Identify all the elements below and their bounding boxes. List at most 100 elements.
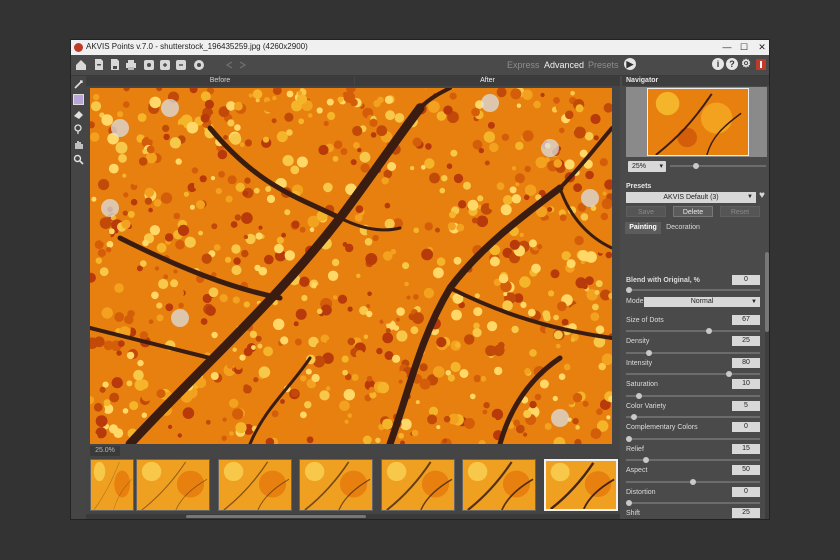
panel-vertical-scrollbar[interactable] <box>765 252 769 519</box>
tab-after[interactable]: After <box>355 76 620 86</box>
history-thumbnail[interactable] <box>380 459 455 511</box>
navigator-zoom-knob[interactable] <box>693 163 699 169</box>
reset-preset-button[interactable]: Reset <box>720 206 760 217</box>
play-icon[interactable]: ▶ <box>624 58 636 70</box>
print-icon[interactable] <box>125 58 137 71</box>
distortion-slider[interactable] <box>626 502 760 504</box>
tab-decoration[interactable]: Decoration <box>663 222 703 234</box>
saturation-knob[interactable] <box>636 393 642 399</box>
favorite-heart-icon[interactable]: ♥ <box>759 191 769 201</box>
history-thumbnail[interactable] <box>299 459 373 511</box>
aspect-value[interactable]: 50 <box>732 465 760 475</box>
export-preset-icon[interactable] <box>175 58 187 71</box>
saturation-value[interactable]: 10 <box>732 379 760 389</box>
intensity-knob[interactable] <box>726 371 732 377</box>
density-knob[interactable] <box>646 350 652 356</box>
distortion-value[interactable]: 0 <box>732 487 760 497</box>
variety-slider[interactable] <box>626 416 760 418</box>
shift-value[interactable]: 25 <box>732 508 760 518</box>
blend-value[interactable]: 0 <box>732 275 760 285</box>
preset-select-value: AKVIS Default (3) <box>663 194 719 201</box>
presets-label: Presets <box>626 183 652 190</box>
pointillist-autumn-tree-image <box>90 88 612 444</box>
complementary-value[interactable]: 0 <box>732 422 760 432</box>
variety-label: Color Variety <box>626 403 666 410</box>
maximize-button[interactable]: ☐ <box>737 41 751 53</box>
share-icon[interactable] <box>143 58 155 71</box>
navigator-view-frame[interactable] <box>647 88 749 156</box>
tab-painting[interactable]: Painting <box>625 222 661 234</box>
eraser-icon[interactable] <box>73 109 84 120</box>
help-icon[interactable]: ? <box>726 58 738 70</box>
preset-select[interactable]: AKVIS Default (3) ▼ <box>626 192 756 203</box>
history-thumbnail[interactable] <box>543 459 618 511</box>
info-icon[interactable]: i <box>712 58 724 70</box>
delete-preset-button[interactable]: Delete <box>673 206 713 217</box>
home-icon[interactable] <box>75 58 87 71</box>
relief-knob[interactable] <box>643 457 649 463</box>
history-thumbnail[interactable] <box>90 459 134 511</box>
batch-icon[interactable] <box>193 58 205 71</box>
window-title: AKVIS Points v.7.0 - shutterstock_196435… <box>86 42 308 51</box>
navigator-zoom-select[interactable]: 25% ▾ <box>628 161 666 172</box>
hand-icon[interactable] <box>73 139 84 150</box>
blend-slider[interactable] <box>626 289 760 291</box>
stroke-direction-icon[interactable] <box>73 79 84 90</box>
saturation-slider[interactable] <box>626 395 760 397</box>
import-preset-icon[interactable] <box>159 58 171 71</box>
settings-icon[interactable]: ⚙ <box>740 58 752 70</box>
eyedropper-icon[interactable] <box>73 124 84 135</box>
selection-icon[interactable] <box>73 94 84 105</box>
navigator-zoom-value: 25% <box>632 163 647 170</box>
blend-knob[interactable] <box>626 287 632 293</box>
app-window: AKVIS Points v.7.0 - shutterstock_196435… <box>70 39 770 520</box>
mode-presets[interactable]: Presets <box>588 60 619 70</box>
mode-express[interactable]: Express <box>507 60 540 70</box>
size-value[interactable]: 67 <box>732 315 760 325</box>
complementary-slider[interactable] <box>626 438 760 440</box>
zoom-icon[interactable] <box>73 154 84 165</box>
mode-select-value: Normal <box>690 298 714 305</box>
complementary-knob[interactable] <box>626 436 632 442</box>
density-label: Density <box>626 338 650 345</box>
history-thumbnail[interactable] <box>462 459 536 511</box>
size-knob[interactable] <box>706 328 712 334</box>
relief-value[interactable]: 15 <box>732 444 760 454</box>
aspect-knob[interactable] <box>690 479 696 485</box>
panel-scrollbar-thumb[interactable] <box>765 252 769 332</box>
save-icon[interactable] <box>109 58 121 71</box>
shift-label: Shift <box>626 510 641 517</box>
variety-knob[interactable] <box>631 414 637 420</box>
density-value[interactable]: 25 <box>732 336 760 346</box>
navigator-preview[interactable] <box>626 87 767 157</box>
variety-value[interactable]: 5 <box>732 401 760 411</box>
history-thumbnail[interactable] <box>217 459 292 511</box>
close-button[interactable]: ✕ <box>755 41 769 53</box>
save-preset-button[interactable]: Save <box>626 206 666 217</box>
size-slider[interactable] <box>626 330 760 332</box>
undo-icon[interactable] <box>223 58 235 71</box>
tab-before[interactable]: Before <box>86 76 354 86</box>
mode-advanced[interactable]: Advanced <box>544 60 584 70</box>
toolbar: Express Advanced Presets ▶ i ? ⚙ <box>71 55 769 76</box>
chevron-down-icon: ▾ <box>659 163 663 170</box>
intensity-value[interactable]: 80 <box>732 358 760 368</box>
result-image[interactable] <box>90 88 612 444</box>
scrollbar-thumb[interactable] <box>186 515 366 518</box>
mode-select[interactable]: Normal ▼ <box>644 297 760 307</box>
horizontal-scrollbar[interactable] <box>86 514 620 519</box>
distortion-knob[interactable] <box>626 500 632 506</box>
settings-panel: Navigator 25% ▾ Presets AKVIS Default (3… <box>622 76 769 519</box>
history-filmstrip <box>86 457 620 513</box>
open-icon[interactable] <box>93 58 105 71</box>
chevron-down-icon: ▼ <box>751 299 757 305</box>
mode-label: Mode: <box>626 298 646 305</box>
redo-icon[interactable] <box>237 58 249 71</box>
minimize-button[interactable]: — <box>720 41 734 53</box>
blend-label: Blend with Original, % <box>626 277 700 284</box>
history-thumbnail[interactable] <box>136 459 210 511</box>
intensity-slider[interactable] <box>626 373 760 375</box>
distortion-label: Distortion <box>626 489 656 496</box>
navigator-zoom-slider[interactable] <box>670 165 766 167</box>
tip-icon[interactable] <box>755 58 767 71</box>
